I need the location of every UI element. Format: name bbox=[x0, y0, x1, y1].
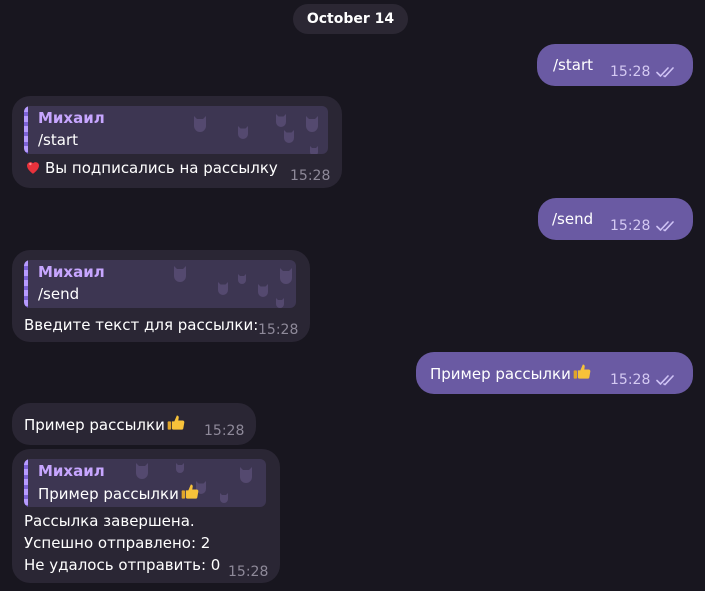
double-check-icon bbox=[656, 375, 675, 386]
reply-accent-bar bbox=[24, 106, 28, 154]
message-text: Пример рассылки bbox=[430, 365, 571, 383]
thumbs-up-icon bbox=[167, 415, 185, 430]
reply-quote[interactable]: Михаил /start bbox=[24, 106, 328, 154]
reply-sender-name: Михаил bbox=[38, 263, 105, 281]
reply-accent-bar bbox=[24, 459, 28, 507]
reply-text: /send bbox=[38, 285, 80, 303]
message-text-line: Пример рассылки bbox=[430, 362, 592, 385]
message-text: /start bbox=[553, 56, 593, 74]
message-text-line: Пример рассылки bbox=[24, 413, 186, 436]
message-text: /send bbox=[552, 210, 594, 228]
message-text-line-1: Рассылка завершена. bbox=[24, 512, 195, 530]
chat-area: October 14 /start 15:28 Михаил /start Вы… bbox=[0, 0, 705, 591]
message-meta: 15:28 bbox=[228, 561, 268, 583]
reply-sender-name: Михаил bbox=[38, 109, 105, 127]
outgoing-message[interactable]: /send 15:28 bbox=[538, 198, 693, 240]
message-text-line-2: Успешно отправлено: 2 bbox=[24, 534, 211, 552]
message-time: 15:28 bbox=[610, 218, 651, 234]
incoming-message[interactable]: Михаил /start Вы подписались на рассылку… bbox=[12, 96, 342, 188]
heart-icon bbox=[27, 162, 39, 174]
reply-quote[interactable]: Михаил /send bbox=[24, 260, 296, 308]
cat-pattern-icon bbox=[194, 114, 318, 154]
reply-sender-name: Михаил bbox=[38, 462, 105, 480]
outgoing-message[interactable]: /start 15:28 bbox=[537, 44, 693, 86]
reply-text: /start bbox=[38, 131, 78, 149]
message-text: Пример рассылки bbox=[24, 416, 165, 434]
incoming-message[interactable]: Пример рассылки 15:28 bbox=[12, 403, 256, 445]
message-text: Введите текст для рассылки: bbox=[24, 316, 259, 334]
message-text-line: Вы подписались на рассылку bbox=[24, 157, 278, 179]
double-check-icon bbox=[656, 221, 675, 232]
message-text-line-3: Не удалось отправить: 0 bbox=[24, 556, 221, 574]
reply-text-line: Пример рассылки bbox=[38, 482, 200, 505]
cat-pattern-icon bbox=[174, 266, 292, 308]
incoming-message[interactable]: Михаил Пример рассылки Рассылка завершен… bbox=[12, 449, 280, 583]
message-time: 15:28 bbox=[290, 168, 331, 184]
message-meta: 15:28 bbox=[610, 61, 678, 83]
reply-quote[interactable]: Михаил Пример рассылки bbox=[24, 459, 266, 507]
message-meta: 15:28 bbox=[204, 420, 244, 442]
thumbs-up-icon bbox=[573, 364, 591, 379]
message-time: 15:28 bbox=[610, 372, 651, 388]
message-meta: 15:28 bbox=[258, 319, 298, 341]
message-meta: 15:28 bbox=[610, 215, 678, 237]
thumbs-up-icon bbox=[181, 484, 199, 499]
message-time: 15:28 bbox=[610, 64, 651, 80]
message-time: 15:28 bbox=[228, 564, 269, 580]
message-text: Вы подписались на рассылку bbox=[45, 159, 278, 177]
double-check-icon bbox=[656, 67, 675, 78]
message-time: 15:28 bbox=[204, 423, 245, 439]
message-time: 15:28 bbox=[258, 322, 299, 338]
outgoing-message[interactable]: Пример рассылки 15:28 bbox=[416, 352, 693, 394]
reply-text: Пример рассылки bbox=[38, 485, 179, 503]
date-separator: October 14 bbox=[293, 4, 408, 34]
reply-accent-bar bbox=[24, 260, 28, 308]
incoming-message[interactable]: Михаил /send Введите текст для рассылки:… bbox=[12, 250, 310, 342]
message-meta: 15:28 bbox=[610, 369, 678, 391]
message-meta: 15:28 bbox=[290, 165, 330, 187]
